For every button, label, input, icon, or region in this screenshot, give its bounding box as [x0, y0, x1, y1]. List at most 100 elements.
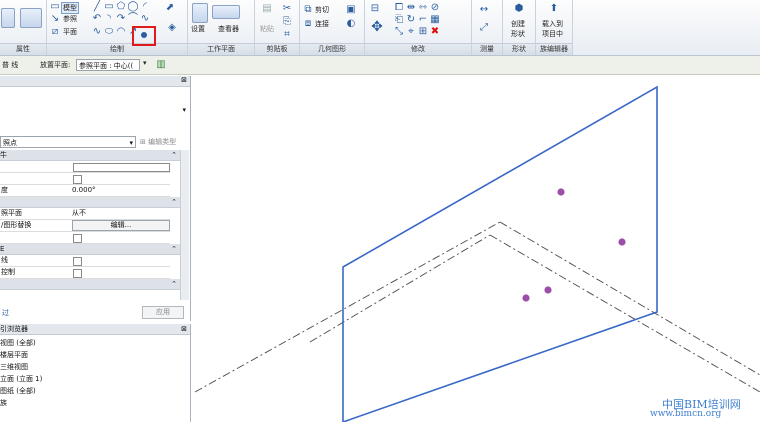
property-row[interactable]: 控制 [0, 267, 170, 279]
measure-distance-icon[interactable]: ↔ [478, 4, 490, 15]
model-line-icon[interactable]: ▭ [49, 1, 61, 12]
reference-plane[interactable] [342, 85, 658, 424]
reference-point[interactable] [618, 238, 626, 246]
collapse-icon[interactable]: ⌃ [171, 150, 177, 160]
scale-icon[interactable]: ⤡ [393, 26, 405, 37]
join-geometry-icon[interactable]: ⧈ [302, 18, 314, 29]
reference-point[interactable] [522, 294, 530, 302]
create-form-icon[interactable]: ⬢ [513, 3, 525, 14]
load-label1[interactable]: 载入到 [542, 19, 563, 29]
plane-button[interactable]: 平面 [63, 27, 77, 37]
viewer-label[interactable]: 查看器 [218, 24, 239, 34]
family-types-icon[interactable] [20, 8, 42, 28]
arc-start-icon[interactable]: ↶ [91, 13, 103, 24]
value-field[interactable] [73, 163, 170, 172]
properties-scrollbar[interactable] [180, 150, 189, 300]
spline-through-icon[interactable]: ∿ [91, 26, 103, 37]
point-element-button[interactable] [132, 26, 156, 46]
spline-icon[interactable]: ∿ [139, 13, 151, 24]
pin-icon[interactable]: ⌖ [405, 26, 417, 37]
arc-tool-icon[interactable]: ◜ [139, 1, 151, 12]
fillet-icon[interactable]: ⌒ [127, 13, 139, 24]
set-workplane-label[interactable]: 设置 [191, 24, 205, 34]
close-icon[interactable]: ⊠ [181, 76, 187, 84]
circle-tool-icon[interactable]: ◯ [127, 1, 139, 12]
collapse-icon[interactable]: ⌃ [171, 279, 177, 289]
set-workplane-icon[interactable] [192, 3, 208, 23]
join-geometry-label[interactable]: 连接 [315, 19, 329, 29]
match-type-icon[interactable]: ⌗ [281, 29, 293, 40]
checkbox[interactable] [73, 269, 82, 278]
partial-ellipse-icon[interactable]: ◠ [115, 26, 127, 37]
section-header[interactable]: ⌃ [0, 197, 180, 208]
paint-icon[interactable]: ◐ [345, 18, 357, 29]
apply-button[interactable]: 应用 [142, 306, 184, 319]
property-row[interactable] [0, 161, 170, 173]
reference-point[interactable] [544, 286, 552, 294]
split-icon[interactable]: ⊘ [429, 2, 441, 13]
chevron-down-icon[interactable]: ▾ [182, 106, 186, 114]
browser-item[interactable]: 视图 (全部) [0, 338, 36, 349]
view-3d[interactable] [191, 75, 760, 424]
reference-line[interactable] [489, 234, 760, 393]
drawing-canvas[interactable] [191, 75, 760, 424]
reference-point[interactable] [557, 188, 565, 196]
unpin-icon[interactable]: ⊞ [417, 26, 429, 37]
section-header[interactable]: ⌃ [0, 279, 180, 290]
browser-item[interactable]: 族 [0, 398, 7, 409]
arc-center-icon[interactable]: ◝ [103, 13, 115, 24]
checkbox[interactable] [73, 234, 82, 243]
pick-lines-icon[interactable]: ⬈ [161, 2, 179, 18]
dropdown-arrow-icon[interactable]: ▾ [143, 59, 147, 67]
ellipse-icon[interactable]: ⬭ [103, 26, 115, 37]
section-header[interactable]: 牛 ⌃ [0, 150, 180, 161]
browser-item[interactable]: 楼层平面 [0, 350, 28, 361]
properties-icon[interactable] [1, 8, 15, 28]
property-row[interactable] [0, 173, 170, 185]
mirror-draw-icon[interactable]: ⇿ [417, 2, 429, 13]
edit-type-button[interactable]: ⊞ 编辑类型 [140, 137, 176, 147]
property-row[interactable]: 度 0.000° [0, 185, 170, 197]
cut-geometry-icon[interactable]: ⧉ [302, 4, 314, 15]
rectangle-tool-icon[interactable]: ▭ [103, 1, 115, 12]
property-row[interactable]: /图形替换 编辑... [0, 220, 170, 232]
checkbox[interactable] [73, 175, 82, 184]
viewer-icon[interactable] [212, 5, 240, 19]
copy-icon[interactable]: ⎘ [281, 16, 293, 27]
browser-item[interactable]: 三维视图 [0, 362, 28, 373]
dimension-icon[interactable]: ⤢ [478, 22, 490, 33]
collapse-icon[interactable]: ⌃ [171, 197, 177, 207]
model-button[interactable]: 模型 [61, 2, 79, 14]
browser-item[interactable]: 图纸 (全部) [0, 386, 36, 397]
placement-select[interactable]: 参照平面 : 中心(( [76, 59, 140, 71]
pick-faces-icon[interactable]: ◈ [163, 22, 181, 38]
reference-line-icon[interactable]: ↘ [49, 13, 61, 24]
checkbox[interactable] [73, 257, 82, 266]
polygon-tool-icon[interactable]: ⬠ [115, 1, 127, 12]
plane-icon[interactable]: ⧄ [49, 26, 61, 37]
paste-icon[interactable]: ▤ [259, 3, 275, 19]
create-form-label2[interactable]: 形状 [511, 29, 525, 39]
align-icon[interactable]: ⊟ [369, 3, 381, 14]
delete-icon[interactable]: ✖ [429, 26, 441, 37]
browser-item[interactable]: 立面 (立面 1) [0, 374, 42, 385]
property-row[interactable]: 线 [0, 255, 170, 267]
reference-button[interactable]: 参照 [63, 14, 77, 24]
edit-button[interactable]: 编辑... [72, 220, 170, 231]
offset-icon[interactable]: ⧠ [393, 2, 405, 13]
cut-icon[interactable]: ✂ [281, 3, 293, 14]
load-label2[interactable]: 项目中 [542, 29, 563, 39]
cut-geometry-label[interactable]: 剪切 [315, 5, 329, 15]
move-icon[interactable]: ✥ [369, 20, 385, 38]
reference-line[interactable] [194, 221, 501, 393]
rotate-icon[interactable]: ↻ [405, 14, 417, 25]
reference-line[interactable] [309, 234, 491, 343]
property-row[interactable]: 照平面 从不 [0, 208, 170, 220]
properties-help-link[interactable]: 过 [2, 308, 9, 318]
load-into-project-icon[interactable]: ⬆ [548, 3, 560, 14]
workplane-viewer-icon[interactable]: ▥ [155, 59, 167, 70]
section-header[interactable]: E ⌃ [0, 244, 180, 255]
arc-tangent-icon[interactable]: ↷ [115, 13, 127, 24]
property-row[interactable] [0, 232, 170, 244]
collapse-icon[interactable]: ⌃ [171, 244, 177, 254]
